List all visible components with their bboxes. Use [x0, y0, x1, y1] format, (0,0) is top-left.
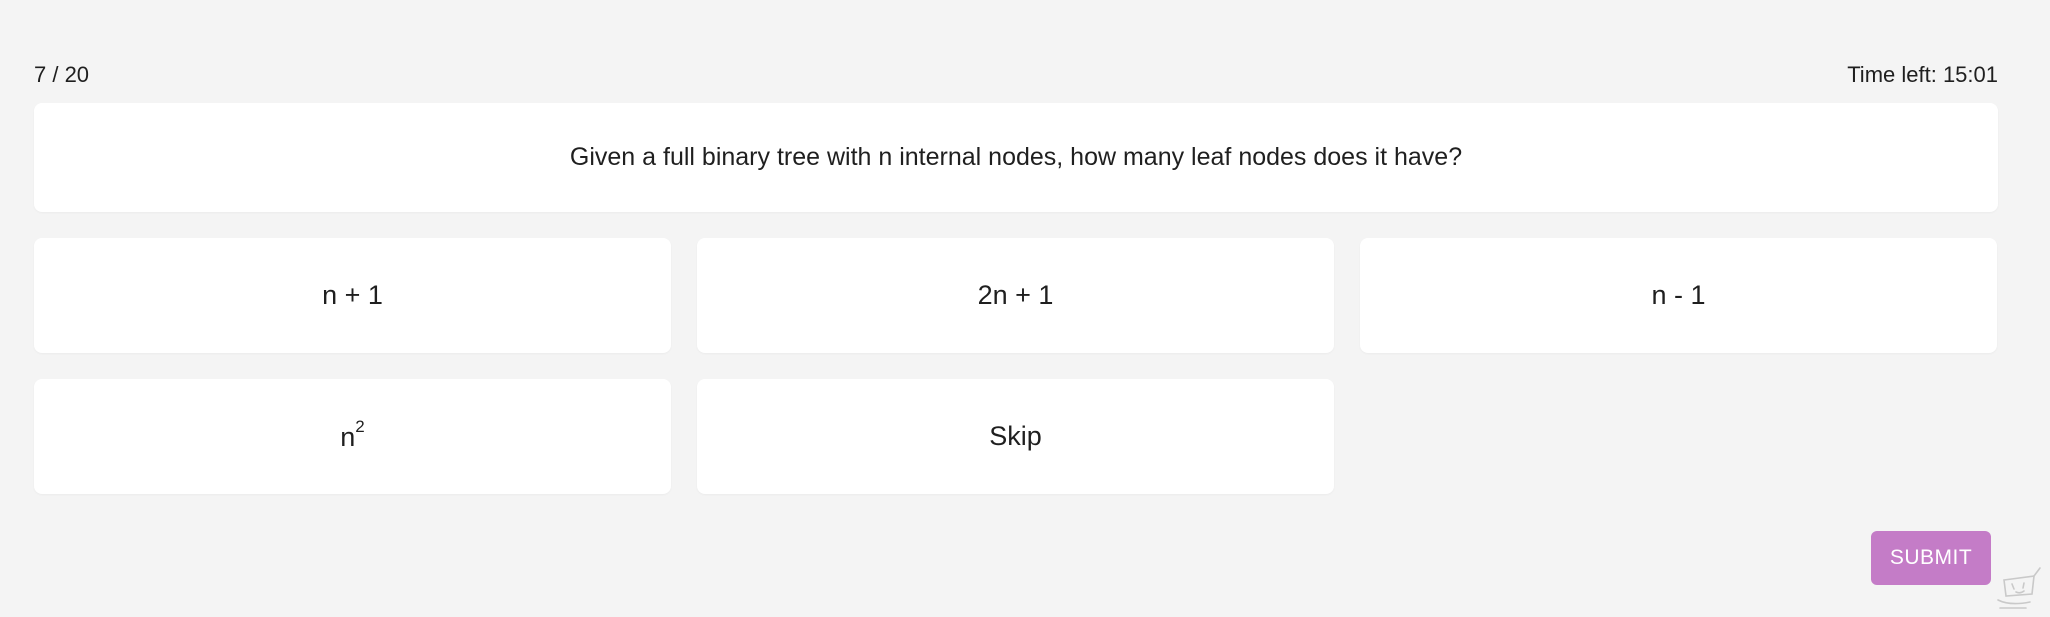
answer-option-d-exponent: 2 [355, 416, 365, 436]
mascot-watermark-icon [1997, 567, 2041, 609]
answer-option-a[interactable]: n + 1 [34, 238, 671, 353]
question-card: Given a full binary tree with n internal… [34, 103, 1998, 212]
skip-option-label: Skip [989, 421, 1042, 451]
answer-option-b-label: 2n + 1 [977, 280, 1054, 310]
answer-option-d-label: n2 [340, 417, 365, 453]
question-text: Given a full binary tree with n internal… [569, 143, 1463, 171]
answer-option-d-base: n [340, 421, 356, 452]
submit-button[interactable]: SUBMIT [1871, 531, 1991, 585]
answer-option-c-label: n - 1 [1651, 280, 1706, 310]
answer-option-c[interactable]: n - 1 [1360, 238, 1997, 353]
top-bar: 7 / 20 Time left: 15:01 [34, 58, 1998, 92]
answer-option-d[interactable]: n2 [34, 379, 671, 494]
question-progress: 7 / 20 [34, 62, 90, 87]
time-left: Time left: 15:01 [1847, 62, 1998, 87]
answer-option-a-label: n + 1 [322, 280, 383, 310]
answer-option-b[interactable]: 2n + 1 [697, 238, 1334, 353]
skip-option[interactable]: Skip [697, 379, 1334, 494]
